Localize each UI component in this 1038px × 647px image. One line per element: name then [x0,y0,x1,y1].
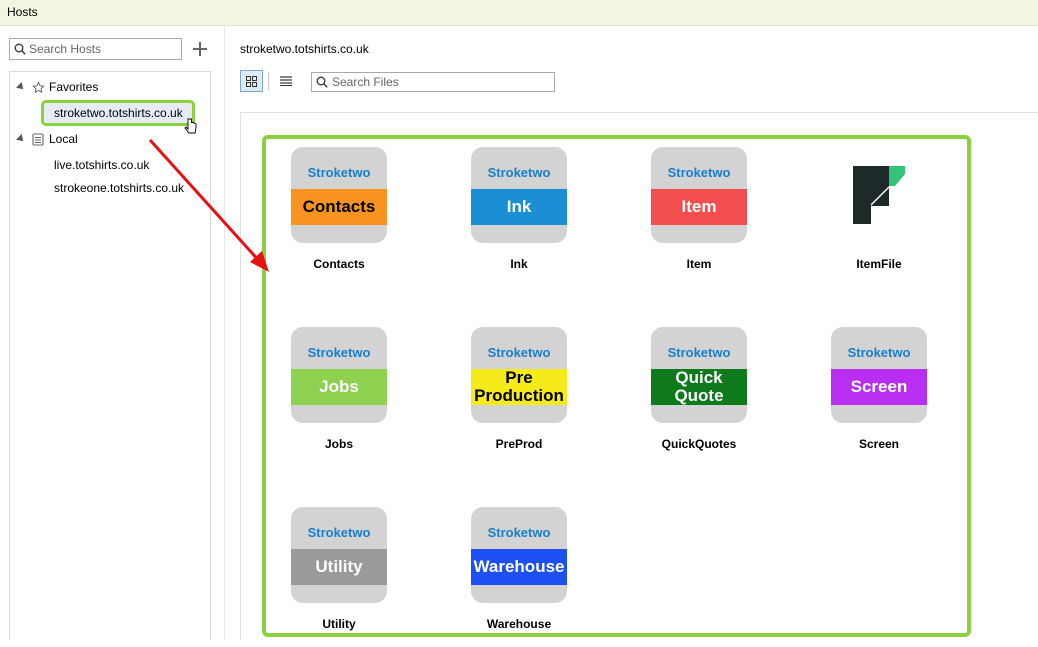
annotation-arrow-icon [148,138,269,272]
